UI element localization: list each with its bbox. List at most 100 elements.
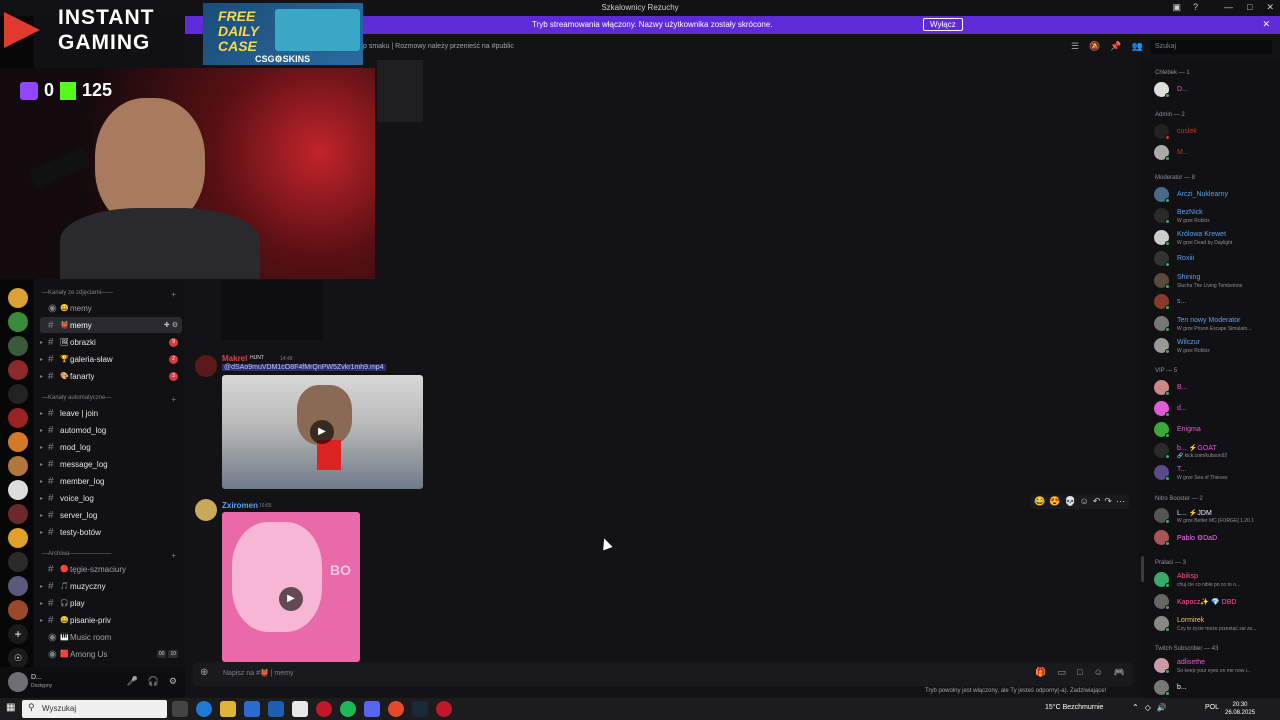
member-item[interactable]: Ten nowy Moderator W grze Prison Escape S… — [1154, 314, 1276, 334]
channel-item[interactable]: ▸ # 😄 pisanie-priv — [40, 612, 182, 628]
channel-item[interactable]: ▸ # mod_log — [40, 439, 182, 455]
member-item[interactable]: Arczi_Nuklearny — [1154, 185, 1276, 205]
category-header[interactable]: —Kanały automatyczne— + — [42, 395, 182, 404]
voice-channel-item[interactable]: ◉ 🟥 Among Us 00 10 — [40, 646, 182, 662]
server-icon[interactable] — [8, 456, 28, 476]
server-icon[interactable] — [8, 408, 28, 428]
reaction-icon[interactable]: 😍 — [1049, 496, 1060, 507]
store-icon[interactable] — [244, 701, 260, 717]
opera-icon[interactable] — [316, 701, 332, 717]
member-item[interactable]: adlisethe So keep your eyes on me now i..… — [1154, 656, 1276, 676]
play-icon[interactable]: ▶ — [279, 587, 303, 611]
discord-icon[interactable] — [364, 701, 380, 717]
member-item[interactable]: d... — [1154, 399, 1276, 419]
member-item[interactable]: D... — [1154, 80, 1276, 100]
gift-icon[interactable]: 🎁 — [1035, 667, 1046, 678]
obs-icon[interactable] — [436, 701, 452, 717]
attachment-link[interactable]: @dSAo9muVDM1cO8F4fMrQnPW5Zvkr1mh9.mp4 — [222, 364, 386, 371]
member-item[interactable]: L... ⚡JDM W grze Better MC [FORGE] 1.20.1 — [1154, 506, 1276, 526]
add-channel-icon[interactable]: + — [171, 395, 176, 404]
server-icon[interactable] — [8, 552, 28, 572]
notifications-icon[interactable]: 🔕 — [1089, 41, 1100, 52]
channel-item-active[interactable]: # 👹 memy ✚ ⚙ — [40, 317, 182, 333]
avatar[interactable] — [8, 672, 28, 692]
task-view-icon[interactable] — [172, 701, 188, 717]
steam-icon[interactable] — [412, 701, 428, 717]
add-reaction-icon[interactable]: ☺ — [1080, 496, 1089, 507]
network-icon[interactable]: ◇ — [1145, 703, 1151, 712]
member-item[interactable]: T... W grze Sea of Thieves — [1154, 463, 1276, 483]
tray-chevron-icon[interactable]: ⌃ — [1132, 703, 1139, 712]
server-icon[interactable] — [8, 504, 28, 524]
emoji-icon[interactable]: ☺ — [1094, 667, 1103, 678]
reaction-icon[interactable]: 😂 — [1034, 496, 1045, 507]
channel-item[interactable]: ▸ # voice_log — [40, 490, 182, 506]
member-item[interactable]: Królowa Krewet W grze Dead by Daylight — [1154, 228, 1276, 248]
member-item[interactable]: B... — [1154, 378, 1276, 398]
member-item[interactable]: cuslek — [1154, 122, 1276, 142]
server-icon[interactable] — [8, 336, 28, 356]
member-item[interactable]: b... — [1154, 678, 1276, 698]
pin-icon[interactable]: 📌 — [1110, 41, 1121, 52]
reply-icon[interactable]: ↶ — [1093, 496, 1101, 507]
channel-item[interactable]: ▸ # leave | join — [40, 405, 182, 421]
server-icon[interactable] — [8, 576, 28, 596]
forward-icon[interactable]: ↷ — [1104, 496, 1112, 507]
channel-item[interactable]: ▸ # 🏆 galeria-sław 2 — [40, 351, 182, 367]
windows-start-icon[interactable]: ▦ — [6, 702, 15, 713]
apps-icon[interactable]: 🎮 — [1114, 667, 1125, 678]
channel-item[interactable]: ◉ 😀 memy — [40, 300, 182, 316]
channel-item[interactable]: ▸ # 🎨 fanarty 3 — [40, 368, 182, 384]
member-item[interactable]: BezNick W grze Roblox — [1154, 206, 1276, 226]
avatar[interactable] — [195, 499, 217, 521]
member-item[interactable]: Kapocz✨ 💎 DBD — [1154, 592, 1276, 612]
search-input[interactable]: Szukaj — [1150, 40, 1272, 54]
category-header[interactable]: —Kanały ze zdjęciami—— + — [42, 290, 182, 299]
channel-item[interactable]: ▸ # 🖼 obrazki 9 — [40, 334, 182, 350]
image-attachment[interactable] — [222, 280, 322, 340]
reaction-icon[interactable]: 💀 — [1064, 496, 1075, 507]
chrome-icon[interactable] — [388, 701, 404, 717]
taskbar-search[interactable]: ⚲ Wyszukaj — [22, 700, 167, 718]
channel-item[interactable]: ▸ # automod_log — [40, 422, 182, 438]
member-item[interactable]: Enigma — [1154, 420, 1276, 440]
voice-channel-item[interactable]: ◉ 🎹 Music room — [40, 629, 182, 645]
gear-icon[interactable]: ⚙ — [169, 676, 177, 687]
discover-servers-icon[interactable]: ☉ — [8, 648, 28, 668]
message-author[interactable]: Makrel — [222, 354, 247, 363]
maximize-icon[interactable]: □ — [1247, 2, 1252, 13]
member-item[interactable]: Abiksp chuj cie co nible po co to o... — [1154, 570, 1276, 590]
message-composer[interactable]: ⊕ Napisz na #👹 | memy 🎁 ▭ □ ☺ 🎮 — [193, 662, 1133, 686]
add-channel-icon[interactable]: + — [171, 551, 176, 560]
gif-icon[interactable]: ▭ — [1058, 667, 1067, 678]
threads-icon[interactable]: ☰ — [1071, 41, 1079, 52]
spotify-icon[interactable] — [340, 701, 356, 717]
file-explorer-icon[interactable] — [220, 701, 236, 717]
members-icon[interactable]: 👥 — [1132, 41, 1143, 52]
sticker-icon[interactable]: □ — [1077, 667, 1082, 678]
play-icon[interactable]: ▶ — [310, 420, 334, 444]
weather-widget[interactable]: 15°C Bezchmurnie — [1045, 704, 1103, 711]
server-icon[interactable] — [8, 360, 28, 380]
channel-item[interactable]: ▸ # member_log — [40, 473, 182, 489]
member-item[interactable]: M... — [1154, 143, 1276, 163]
close-window-icon[interactable]: ✕ — [1266, 2, 1274, 13]
server-icon[interactable] — [8, 312, 28, 332]
member-item[interactable]: s... — [1154, 292, 1276, 312]
member-item[interactable]: b... ⚡GOAT 🔗 kick.com/kubson92 — [1154, 441, 1276, 461]
minimize-icon[interactable]: — — [1224, 2, 1233, 13]
channel-settings-icon[interactable]: ✚ ⚙ — [164, 321, 178, 329]
image-attachment[interactable] — [377, 60, 423, 122]
add-attachment-icon[interactable]: ⊕ — [200, 667, 208, 678]
headphones-icon[interactable]: 🎧 — [148, 676, 159, 687]
member-item[interactable]: Lormirek Czy te życie może przestać sie z… — [1154, 614, 1276, 634]
more-icon[interactable]: ⋯ — [1116, 496, 1125, 507]
microphone-icon[interactable]: 🎤 — [126, 676, 137, 687]
close-banner-icon[interactable]: ✕ — [1262, 19, 1270, 30]
add-server-icon[interactable]: + — [8, 624, 28, 644]
server-icon[interactable] — [8, 528, 28, 548]
channel-item[interactable]: ▸ # 🎧 play — [40, 595, 182, 611]
inbox-icon[interactable]: ▣ — [1172, 2, 1181, 13]
server-icon[interactable] — [8, 384, 28, 404]
channel-item[interactable]: ▸ # server_log — [40, 507, 182, 523]
